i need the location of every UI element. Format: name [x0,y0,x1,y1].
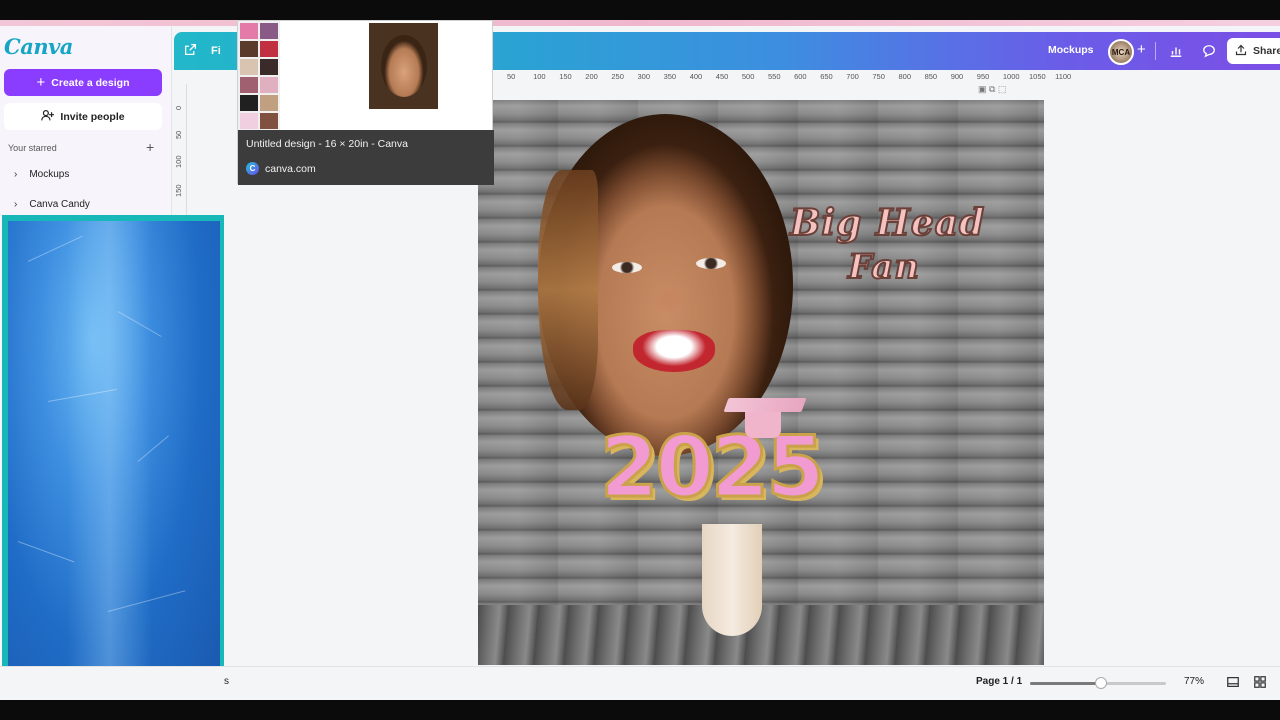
canva-logo[interactable]: Canva [4,34,73,59]
sidebar-item-label: Mockups [29,169,70,180]
ruler-tick-label: 0 [174,105,183,110]
preview-thumbnail-grid [238,21,280,131]
zoom-slider-handle[interactable] [1094,677,1107,689]
smile [633,330,715,372]
ruler-tick-label: 300 [637,72,651,81]
nose [652,282,686,316]
year-graphic[interactable]: 2025 [599,417,827,518]
open-external-icon[interactable] [184,43,197,59]
create-design-label: Create a design [51,76,130,89]
ruler-tick-label: 1000 [1002,72,1020,81]
preview-title: Untitled design - 16 × 20in - Canva [246,138,408,150]
ruler-tick-label: 50 [174,130,183,139]
ruler-tick-label: 500 [741,72,755,81]
ruler-tick-label: 900 [950,72,964,81]
add-collaborator-icon[interactable]: + [1137,41,1146,58]
canva-favicon-icon: C [246,162,259,175]
hair-highlight [538,170,598,410]
ruler-tick-label: 750 [872,72,885,81]
preview-site-label: canva.com [265,162,316,175]
invite-people-label: Invite people [60,110,125,123]
share-icon [1235,44,1247,59]
canvas-page-tools[interactable]: ▣ ⧉ ⬚ [978,84,1006,95]
sidebar-item-label: Canva Candy [29,199,90,210]
blue-texture-panel[interactable] [2,215,224,700]
preview-site: C canva.com [246,162,486,175]
ruler-tick-label: 850 [924,72,938,81]
graduation-cap-base [745,410,781,438]
preview-caption: Untitled design - 16 × 20in - Canva C ca… [238,130,494,185]
ruler-tick-label: 800 [898,72,912,81]
file-menu[interactable]: Fi [184,32,221,70]
ruler-tick-label: 1050 [1029,72,1046,81]
ruler-tick-label: 700 [846,72,859,81]
ruler-top: 50 100 150 200 250 300 350 400 450 500 550 600 650 70… [493,70,1280,84]
headline-line-2[interactable]: Fan [847,246,920,288]
zoom-slider-fill [1030,682,1101,685]
invite-people-button[interactable]: Invite people [4,103,162,130]
ruler-tick-label: 150 [559,72,572,81]
headline-line-1[interactable]: Big Head [789,201,985,245]
ruler-tick-label: 350 [663,72,677,81]
preview-design-thumbnail [369,23,438,109]
ruler-tick-label: 600 [794,72,807,81]
right-eye [696,258,726,269]
zoom-level[interactable]: 77% [1184,676,1204,687]
share-button[interactable]: Share [1227,38,1280,64]
plus-icon: + [36,74,46,91]
ruler-tick-label: 250 [611,72,624,81]
create-design-button[interactable]: + Create a design [4,69,162,96]
file-menu-label[interactable]: Fi [211,45,221,57]
ruler-tick-label: 100 [174,155,183,168]
page-indicator[interactable]: Page 1 / 1 [976,676,1022,687]
zoom-slider[interactable] [1030,677,1166,689]
ruler-tick-label: 950 [976,72,990,81]
grid-view-icon[interactable] [1251,673,1269,691]
add-starred-icon[interactable]: + [146,139,154,155]
editor-footer: s Page 1 / 1 77% [0,666,1280,700]
graduation-cap-icon [723,398,807,412]
header-divider [1155,42,1156,60]
chevron-right-icon: › [14,169,18,180]
left-eye [612,262,642,273]
ruler-left: 0 50 100 150 [173,84,187,216]
tab-preview-popup[interactable]: Untitled design - 16 × 20in - Canva C ca… [237,20,494,185]
comment-icon[interactable] [1198,40,1220,62]
share-label: Share [1253,45,1280,57]
ruler-tick-label: 100 [533,72,546,81]
sidebar-item-canva-candy[interactable]: › Canva Candy [14,199,90,210]
sidebar-item-mockups[interactable]: › Mockups [14,169,69,180]
insights-chart-icon[interactable] [1165,40,1187,62]
ruler-tick-label: 200 [585,72,598,81]
mockups-link[interactable]: Mockups [1048,44,1094,56]
screen-top-bar [0,0,1280,20]
blue-texture-fill [8,221,220,700]
wood-floor [478,605,1044,665]
ruler-tick-label: 50 [507,72,516,81]
ruler-tick-label: 1100 [1055,72,1072,81]
screen-bottom-bar [0,700,1280,720]
starred-heading: Your starred [8,143,57,153]
user-add-icon [41,109,55,125]
avatar[interactable]: MCA [1108,39,1134,65]
ruler-tick-label: 550 [768,72,781,81]
chevron-right-icon: › [14,199,18,210]
ruler-tick-label: 150 [174,184,183,197]
ruler-tick-label: 450 [715,72,729,81]
page-view-icon[interactable] [1224,673,1242,691]
popsicle-stick[interactable] [702,524,762,636]
notes-button-partial[interactable]: s [224,676,229,687]
ruler-tick-label: 400 [689,72,703,81]
ruler-tick-label: 650 [820,72,833,81]
